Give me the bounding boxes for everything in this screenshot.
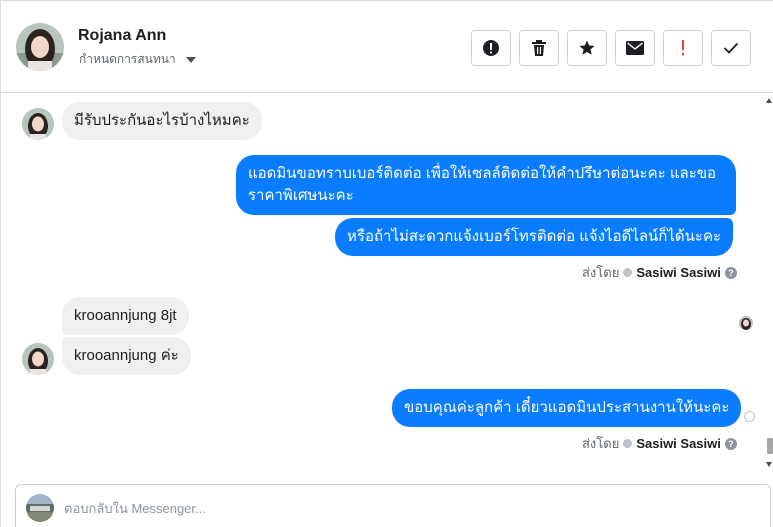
sender-name[interactable]: Sasiwi Sasiwi xyxy=(636,265,721,280)
scroll-down-arrow-icon[interactable] xyxy=(766,462,772,467)
help-icon[interactable]: ? xyxy=(724,437,737,450)
star-button[interactable] xyxy=(567,30,607,66)
reply-composer xyxy=(15,484,771,527)
seen-avatar xyxy=(739,316,753,330)
contact-avatar-small xyxy=(22,343,54,375)
sent-by-prefix: ส่งโดย xyxy=(582,265,620,280)
delivered-icon xyxy=(744,411,755,422)
follow-up-button[interactable] xyxy=(663,30,703,66)
check-icon xyxy=(723,42,739,54)
contact-name[interactable]: Rojana Ann xyxy=(78,27,166,45)
sent-by-label: ส่งโดย Sasiwi Sasiwi ? xyxy=(582,433,737,454)
message-line: ราคาพิเศษนะคะ xyxy=(248,187,354,204)
chevron-down-icon xyxy=(185,56,196,63)
page-avatar xyxy=(26,494,54,522)
help-icon[interactable]: ? xyxy=(724,266,737,279)
envelope-icon xyxy=(626,41,644,55)
contact-avatar[interactable] xyxy=(16,23,64,71)
outgoing-message: หรือถ้าไม่สะดวกแจ้งเบอร์โทรติดต่อ แจ้งไอ… xyxy=(335,218,734,256)
message-thread: มีรับประกันอะไรบ้างไหมคะ แอดมินขอทราบเบอ… xyxy=(1,94,764,476)
sender-avatar-icon xyxy=(623,268,633,277)
mark-done-button[interactable] xyxy=(711,30,751,66)
assign-conversation-dropdown[interactable]: กำหนดการสนทนา xyxy=(79,50,196,69)
reply-input[interactable] xyxy=(64,495,744,521)
message-line: แอดมินขอทราบเบอร์ติดต่อ เพื่อให้เซลล์ติด… xyxy=(248,165,717,182)
scroll-thumb[interactable] xyxy=(767,438,773,454)
delete-button[interactable] xyxy=(519,30,559,66)
exclamation-icon xyxy=(682,40,684,56)
contact-avatar-small xyxy=(22,108,54,140)
mark-unread-button[interactable] xyxy=(615,30,655,66)
star-icon xyxy=(579,40,595,55)
incoming-message: krooannjung 8jt xyxy=(62,297,189,335)
sender-name[interactable]: Sasiwi Sasiwi xyxy=(636,436,721,451)
sent-by-prefix: ส่งโดย xyxy=(582,436,620,451)
conversation-header: Rojana Ann กำหนดการสนทนา xyxy=(1,1,773,93)
incoming-message: มีรับประกันอะไรบ้างไหมคะ xyxy=(62,102,262,140)
outgoing-message: ขอบคุณค่ะลูกค้า เดี๋ยวแอดมินประสานงานให้… xyxy=(392,389,742,427)
sender-avatar-icon xyxy=(623,439,633,448)
assign-label: กำหนดการสนทนา xyxy=(79,52,176,66)
conversation-panel: Rojana Ann กำหนดการสนทนา มีรับประกันอะไร… xyxy=(0,0,773,527)
mark-spam-button[interactable] xyxy=(471,30,511,66)
trash-icon xyxy=(532,40,546,56)
scroll-up-arrow-icon[interactable] xyxy=(766,98,772,103)
incoming-message: krooannjung ค่ะ xyxy=(62,337,191,375)
thread-scrollbar[interactable] xyxy=(765,94,773,474)
outgoing-message: แอดมินขอทราบเบอร์ติดต่อ เพื่อให้เซลล์ติด… xyxy=(236,155,736,215)
exclamation-circle-icon xyxy=(483,40,499,56)
sent-by-label: ส่งโดย Sasiwi Sasiwi ? xyxy=(582,262,737,283)
